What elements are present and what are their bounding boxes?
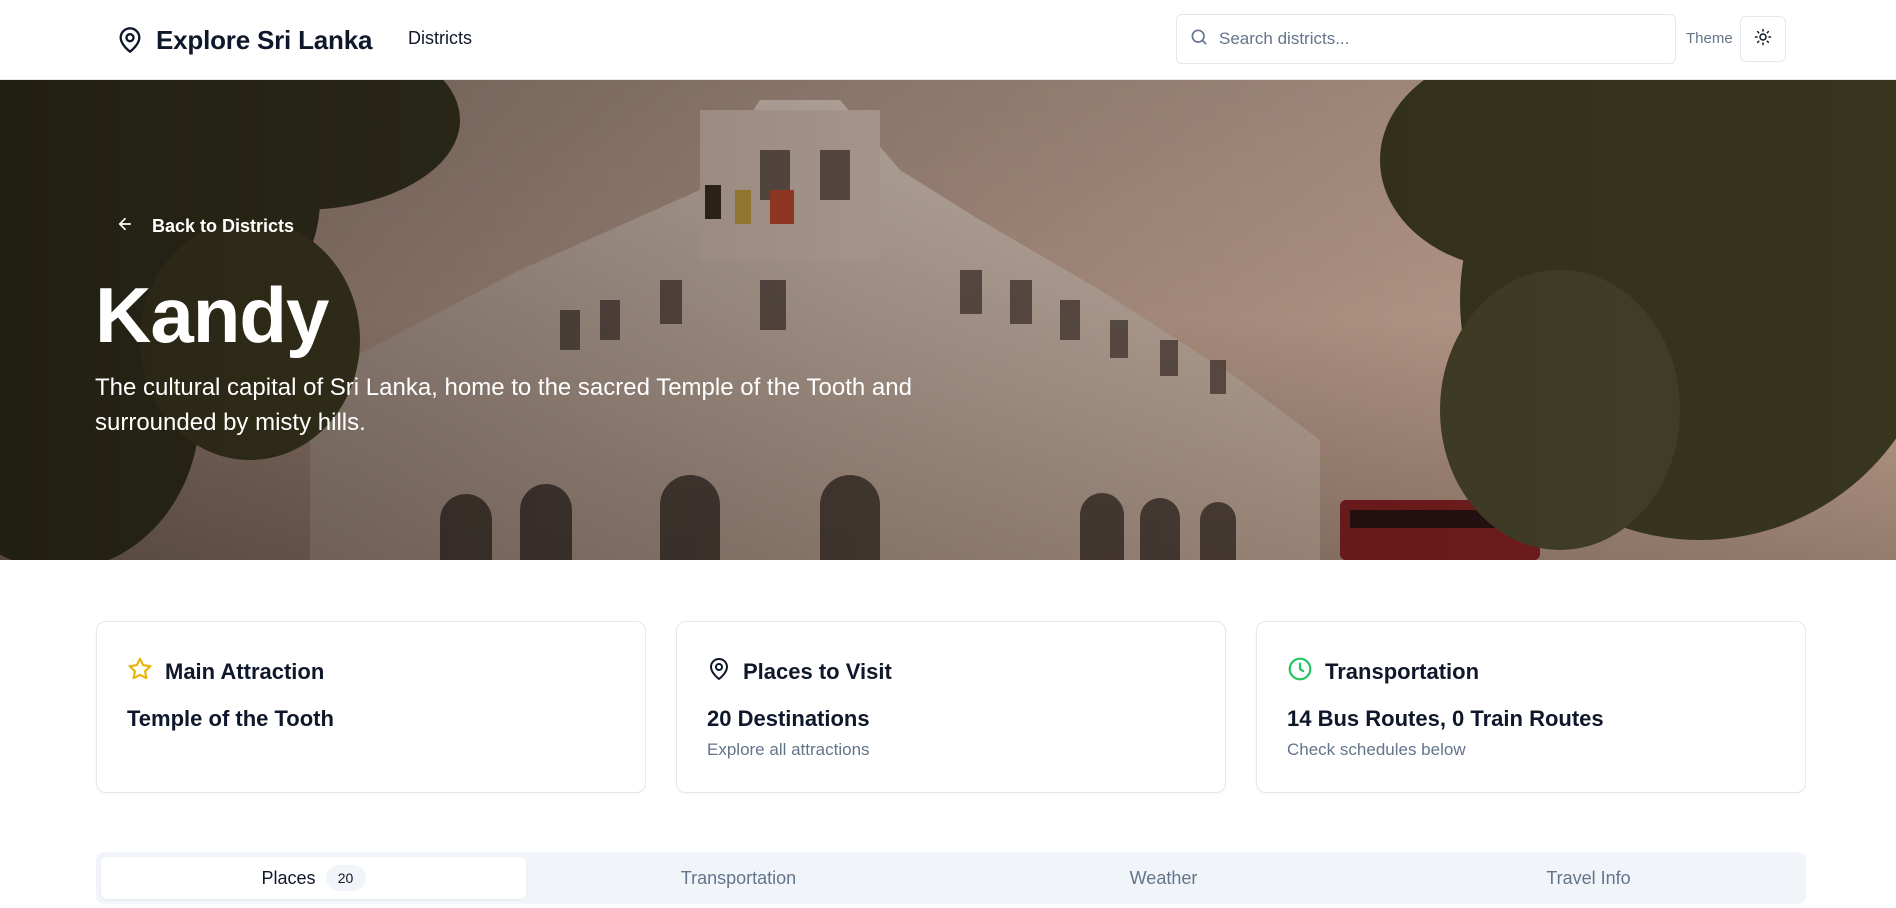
card-title: Transportation [1325, 658, 1480, 684]
main-attraction-card: Main Attraction Temple of the Tooth [96, 621, 646, 793]
map-pin-icon [116, 25, 144, 55]
search-box[interactable] [1176, 14, 1676, 64]
district-title: Kandy [95, 271, 329, 359]
hero-banner: Back to Districts Kandy The cultural cap… [0, 80, 1896, 560]
tab-label: Weather [1129, 867, 1198, 888]
top-navbar: Explore Sri Lanka Districts Theme [0, 0, 1896, 80]
card-value: 20 Destinations [707, 706, 870, 731]
card-title: Main Attraction [165, 658, 325, 684]
district-description: The cultural capital of Sri Lanka, home … [95, 374, 912, 436]
search-input[interactable] [1219, 29, 1675, 49]
tab-label: Places [261, 867, 316, 888]
tab-label: Transportation [680, 867, 797, 888]
tab-weather[interactable]: Weather [951, 857, 1376, 899]
transportation-card: Transportation 14 Bus Routes, 0 Train Ro… [1256, 621, 1806, 793]
theme-toggle-button[interactable] [1740, 16, 1786, 62]
district-tabs: Places 20 Transportation Weather Travel … [96, 852, 1806, 904]
places-count-badge: 20 [325, 865, 366, 891]
clock-icon [1287, 656, 1313, 687]
back-to-districts-link[interactable]: Back to Districts [116, 215, 294, 238]
card-title: Places to Visit [743, 658, 892, 684]
back-link-label: Back to Districts [152, 216, 295, 236]
card-value: 14 Bus Routes, 0 Train Routes [1287, 706, 1604, 731]
tab-places[interactable]: Places 20 [101, 857, 526, 899]
brand[interactable]: Explore Sri Lanka [116, 22, 372, 58]
tab-transportation[interactable]: Transportation [526, 857, 951, 899]
arrow-left-icon [116, 215, 134, 238]
nav-districts-link[interactable]: Districts [408, 28, 472, 49]
card-subtitle: Check schedules below [1287, 740, 1466, 759]
star-icon [127, 656, 153, 687]
card-subtitle: Explore all attractions [707, 740, 870, 759]
map-pin-icon [707, 656, 731, 687]
search-icon [1189, 27, 1209, 52]
theme-label: Theme [1686, 30, 1733, 47]
card-value: Temple of the Tooth [127, 706, 334, 731]
places-to-visit-card: Places to Visit 20 Destinations Explore … [676, 621, 1226, 793]
tab-label: Travel Info [1546, 867, 1631, 888]
brand-title: Explore Sri Lanka [156, 24, 373, 55]
sun-icon [1754, 28, 1772, 51]
tab-travel-info[interactable]: Travel Info [1376, 857, 1801, 899]
